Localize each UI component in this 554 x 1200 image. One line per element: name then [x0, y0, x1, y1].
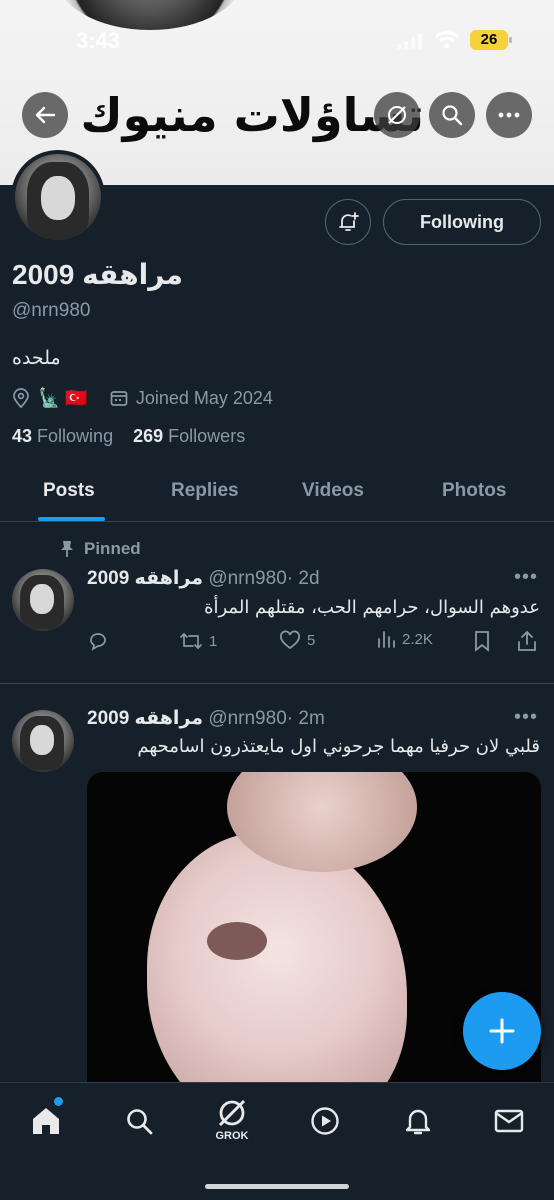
location-pin-icon	[13, 388, 29, 408]
wifi-icon	[434, 31, 460, 49]
bookmark-button[interactable]	[473, 630, 491, 652]
tab-photos[interactable]: Photos	[442, 462, 506, 522]
profile-meta: 🗽 🇹🇷 Joined May 2024	[12, 385, 273, 411]
like-button[interactable]: 5	[279, 630, 315, 650]
share-icon	[518, 630, 536, 651]
post-actions: 1 5 2.2K	[87, 630, 542, 658]
repost-icon	[180, 632, 202, 650]
active-tab-indicator	[38, 517, 105, 521]
reply-icon	[90, 633, 106, 651]
battery-indicator: 26	[470, 30, 512, 50]
compose-post-button[interactable]	[463, 992, 541, 1070]
bottom-navigation	[0, 1082, 554, 1200]
followers-label: Followers	[168, 426, 246, 446]
profile-avatar[interactable]	[11, 150, 105, 244]
back-button[interactable]	[22, 92, 68, 138]
home-notification-dot	[54, 1097, 63, 1106]
profile-handle: @nrn980	[12, 300, 91, 321]
post-more-button[interactable]: •••	[514, 566, 538, 589]
more-options-button[interactable]	[486, 92, 532, 138]
following-button[interactable]: Following	[383, 199, 541, 245]
cellular-signal-icon	[397, 33, 422, 49]
grok-button[interactable]	[374, 92, 420, 138]
profile-bio: ملحده	[12, 347, 61, 369]
nav-explore[interactable]	[119, 1101, 159, 1141]
grok-icon	[388, 106, 406, 124]
search-icon	[127, 1109, 153, 1135]
profile-follow-counts: 43 Following 269 Followers	[12, 426, 245, 447]
followers-count: 269	[133, 426, 164, 446]
repost-count: 1	[209, 632, 218, 650]
grok-nav-label: GROK	[215, 1130, 249, 1142]
views-chart-icon	[378, 631, 395, 648]
avatar-face	[30, 725, 54, 755]
grok-icon	[218, 1099, 246, 1127]
reply-button[interactable]	[87, 630, 115, 652]
post-avatar[interactable]	[12, 710, 74, 772]
tab-videos[interactable]: Videos	[302, 462, 364, 522]
arrow-left-icon	[35, 106, 56, 124]
post-author-name[interactable]: مراهقه 2009	[87, 568, 203, 589]
avatar-face	[41, 176, 75, 220]
post-more-button[interactable]: •••	[514, 706, 538, 729]
envelope-icon	[494, 1109, 524, 1133]
status-bar: 3:43 26	[0, 0, 554, 54]
tab-replies[interactable]: Replies	[171, 462, 239, 522]
status-time: 3:43	[76, 28, 121, 53]
post-divider	[0, 683, 554, 684]
post-author-name[interactable]: مراهقه 2009	[87, 708, 203, 729]
post-timestamp[interactable]: · 2d	[287, 568, 320, 589]
search-button[interactable]	[429, 92, 475, 138]
search-icon	[442, 105, 463, 126]
post-author-handle[interactable]: @nrn980	[208, 708, 286, 729]
home-icon	[33, 1108, 59, 1134]
post-header: مراهقه 2009 @nrn980· 2m	[87, 707, 325, 730]
media-detail	[207, 922, 267, 960]
pin-icon	[61, 541, 73, 557]
view-count: 2.2K	[402, 630, 433, 648]
play-circle-icon	[311, 1107, 339, 1135]
pinned-label-row: Pinned	[60, 539, 141, 559]
home-indicator	[205, 1184, 349, 1189]
nav-notifications[interactable]	[398, 1101, 438, 1141]
views-button[interactable]: 2.2K	[376, 630, 433, 648]
followers-count-link[interactable]: 269 Followers	[133, 426, 245, 446]
post-header: مراهقه 2009 @nrn980· 2d	[87, 567, 320, 590]
post-text: عدوهم السوال، حرامهم الحب، مقتلهم المرأة	[204, 597, 540, 618]
bell-icon	[405, 1109, 431, 1135]
post-author-handle[interactable]: @nrn980	[208, 568, 286, 589]
calendar-icon	[110, 391, 128, 406]
nav-messages[interactable]	[489, 1101, 529, 1141]
bookmark-icon	[475, 631, 489, 652]
notifications-toggle-button[interactable]	[325, 199, 371, 245]
following-label: Following	[37, 426, 114, 446]
profile-tabs: Posts Replies Videos Photos	[0, 462, 554, 522]
following-count: 43	[12, 426, 33, 446]
profile-location: 🗽 🇹🇷	[38, 387, 88, 408]
plus-icon	[489, 1018, 515, 1044]
share-button[interactable]	[517, 630, 537, 652]
more-horizontal-icon	[498, 112, 520, 118]
profile-display-name: مراهقه 2009	[12, 259, 183, 290]
following-count-link[interactable]: 43 Following	[12, 426, 113, 446]
nav-home[interactable]	[26, 1101, 66, 1141]
banner-text: تساؤلات منيوك	[80, 88, 424, 142]
repost-button[interactable]: 1	[179, 630, 217, 652]
bell-plus-icon	[339, 212, 359, 231]
tab-posts[interactable]: Posts	[43, 462, 95, 522]
post-text: قلبي لان حرفيا مهما جرحوني اول مايعتذرون…	[137, 736, 540, 757]
post-avatar[interactable]	[12, 569, 74, 631]
pinned-label: Pinned	[84, 539, 141, 558]
nav-grok[interactable]	[212, 1093, 252, 1133]
nav-video[interactable]	[305, 1101, 345, 1141]
profile-joined-date: Joined May 2024	[135, 387, 273, 408]
heart-icon	[280, 630, 300, 650]
post-timestamp[interactable]: · 2m	[287, 708, 325, 729]
avatar-face	[30, 584, 54, 614]
like-count: 5	[307, 631, 316, 649]
media-subject	[147, 832, 407, 1092]
